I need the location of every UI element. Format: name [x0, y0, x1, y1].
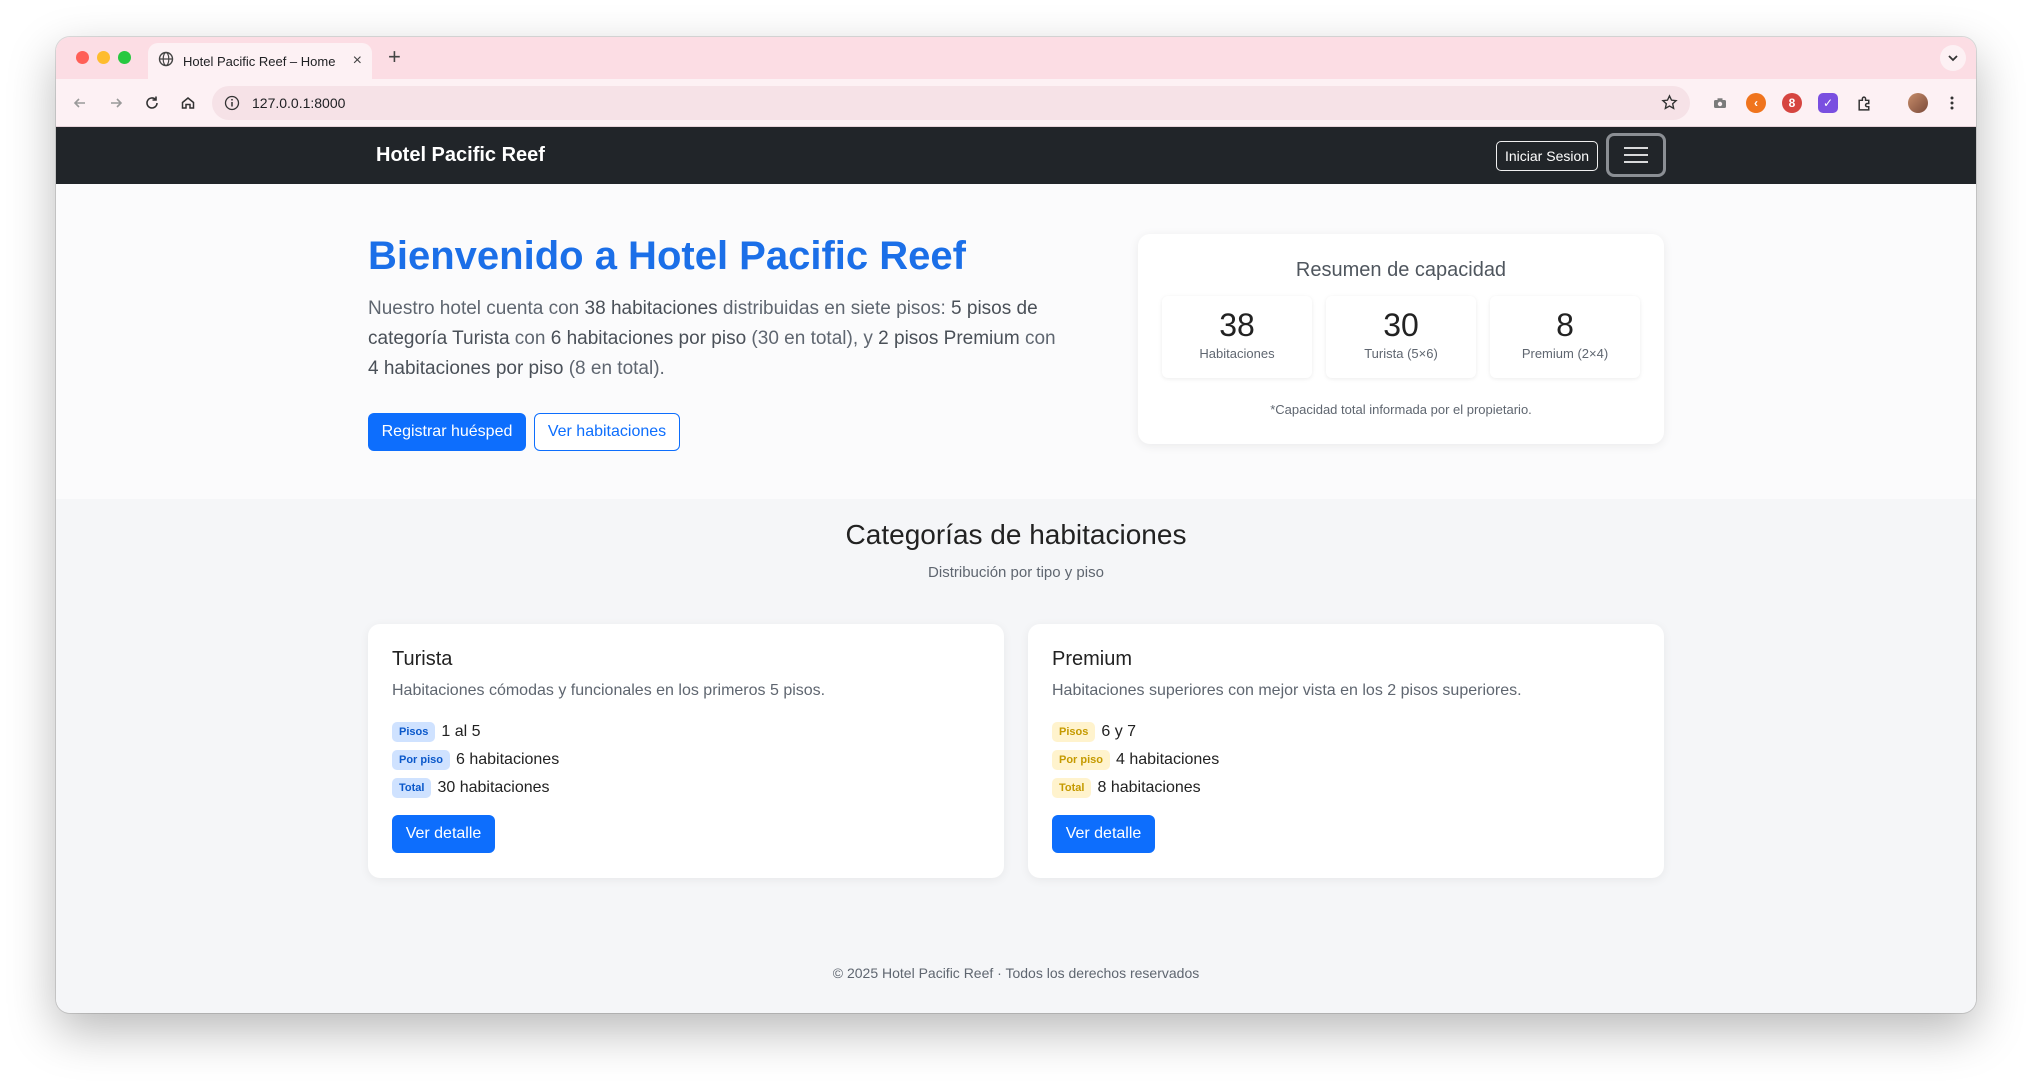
categories-title: Categorías de habitaciones — [845, 519, 1187, 550]
card-description: Habitaciones superiores con mejor vista … — [1052, 682, 1522, 699]
chevron-down-icon — [1948, 55, 1958, 62]
per-floor-badge: Por piso — [1052, 750, 1111, 770]
view-rooms-button[interactable]: Ver habitaciones — [534, 413, 680, 451]
hero-section: Bienvenido a Hotel Pacific Reef Nuestro … — [56, 184, 1976, 499]
lead-text: Nuestro hotel cuenta con — [368, 298, 585, 319]
capacity-title: Resumen de capacidad — [1295, 259, 1507, 281]
floors-value: 6 y 7 — [1101, 723, 1137, 740]
floors-badge: Pisos — [392, 722, 436, 742]
register-guest-button[interactable]: Registrar huésped — [368, 413, 526, 451]
stat-value: 38 — [1219, 307, 1255, 343]
stat-premium-rooms: 8 Premium (2×4) — [1490, 296, 1640, 378]
capacity-note: *Capacidad total informada por el propie… — [1270, 402, 1532, 417]
capacity-summary-card: Resumen de capacidad 38 Habitaciones 30 … — [1138, 234, 1664, 444]
lead-text: con — [1019, 328, 1056, 349]
browser-window: Hotel Pacific Reef – Home × + 127.0.0.1:… — [56, 37, 1976, 1013]
per-floor-badge: Por piso — [392, 750, 451, 770]
info-row-per-floor: Por piso 4 habitaciones — [1052, 750, 1219, 770]
total-badge: Total — [392, 778, 432, 798]
home-button[interactable] — [176, 91, 200, 115]
minimize-window-button[interactable] — [97, 51, 110, 64]
bookmark-star-icon[interactable] — [1661, 94, 1678, 116]
window-controls — [76, 51, 131, 64]
browser-tab[interactable]: Hotel Pacific Reef – Home × — [148, 43, 372, 79]
extensions-puzzle-icon[interactable] — [1854, 93, 1874, 113]
stat-tourist-rooms: 30 Turista (5×6) — [1326, 296, 1476, 378]
stat-value: 30 — [1383, 307, 1419, 343]
stat-label: Premium (2×4) — [1521, 346, 1609, 361]
per-floor-value: 6 habitaciones — [456, 751, 560, 768]
reload-button[interactable] — [140, 91, 164, 115]
lead-emphasis: 38 habitaciones — [584, 298, 718, 319]
hero-lead: Nuestro hotel cuenta con 38 habitaciones… — [368, 294, 1068, 384]
reload-icon — [146, 96, 158, 109]
category-card-turista: Turista Habitaciones cómodas y funcional… — [368, 624, 1004, 878]
categories-subtitle: Distribución por tipo y piso — [928, 564, 1104, 581]
arrow-right-icon — [111, 98, 123, 108]
info-row-floors: Pisos 1 al 5 — [392, 722, 481, 742]
lead-text: con — [509, 328, 551, 349]
purple-extension-icon[interactable]: ✓ — [1818, 93, 1838, 113]
floors-value: 1 al 5 — [441, 723, 481, 740]
login-button[interactable]: Iniciar Sesion — [1496, 141, 1599, 171]
more-menu-icon[interactable] — [1942, 93, 1962, 113]
back-button[interactable] — [68, 91, 92, 115]
tab-search-button[interactable] — [1940, 45, 1966, 71]
red-extension-icon[interactable]: 8 — [1782, 93, 1802, 113]
total-value: 8 habitaciones — [1097, 779, 1201, 796]
hero-title: Bienvenido a Hotel Pacific Reef — [368, 234, 966, 278]
tab-strip: Hotel Pacific Reef – Home × + — [56, 37, 1976, 79]
site-info-icon[interactable] — [224, 95, 240, 116]
info-row-per-floor: Por piso 6 habitaciones — [392, 750, 559, 770]
address-bar[interactable]: 127.0.0.1:8000 — [212, 86, 1690, 120]
page-content: Hotel Pacific Reef Iniciar Sesion Bienve… — [56, 127, 1976, 1013]
footer-copyright: © 2025 Hotel Pacific Reef · Todos los de… — [832, 965, 1200, 981]
profile-avatar[interactable] — [1908, 93, 1928, 113]
camera-extension-icon[interactable] — [1710, 93, 1730, 113]
close-window-button[interactable] — [76, 51, 89, 64]
hamburger-menu-icon — [1624, 147, 1648, 163]
home-icon — [181, 97, 195, 109]
stat-total-rooms: 38 Habitaciones — [1162, 296, 1312, 378]
view-detail-button[interactable]: Ver detalle — [392, 815, 495, 853]
new-tab-button[interactable]: + — [388, 45, 401, 69]
card-description: Habitaciones cómodas y funcionales en lo… — [392, 682, 826, 699]
lead-text: distribuidas en siete pisos: — [717, 298, 952, 319]
info-row-total: Total 30 habitaciones — [392, 778, 550, 798]
lead-emphasis: 4 habitaciones por piso — [368, 358, 564, 379]
total-badge: Total — [1052, 778, 1092, 798]
info-row-floors: Pisos 6 y 7 — [1052, 722, 1136, 742]
lead-emphasis: 6 habitaciones por piso — [550, 328, 747, 349]
orange-extension-icon[interactable]: ‹ — [1746, 93, 1766, 113]
lead-text: (30 en total), y — [746, 328, 879, 349]
card-title: Premium — [1052, 648, 1133, 670]
lead-emphasis: 2 pisos Premium — [878, 328, 1020, 349]
tab-title: Hotel Pacific Reef – Home — [183, 53, 336, 69]
globe-icon — [158, 51, 174, 72]
navbar-toggler-button[interactable] — [1606, 133, 1666, 177]
browser-toolbar: 127.0.0.1:8000 ‹ 8 ✓ — [56, 79, 1976, 127]
arrow-left-icon — [73, 98, 85, 108]
stat-label: Habitaciones — [1199, 346, 1275, 361]
total-value: 30 habitaciones — [437, 779, 550, 796]
url-text: 127.0.0.1:8000 — [252, 95, 346, 111]
navbar-brand[interactable]: Hotel Pacific Reef — [376, 144, 545, 167]
category-card-premium: Premium Habitaciones superiores con mejo… — [1028, 624, 1664, 878]
stat-label: Turista (5×6) — [1364, 346, 1438, 361]
stat-value: 8 — [1556, 307, 1574, 343]
info-row-total: Total 8 habitaciones — [1052, 778, 1201, 798]
zoom-window-button[interactable] — [118, 51, 131, 64]
forward-button[interactable] — [104, 91, 128, 115]
close-tab-icon[interactable]: × — [353, 52, 362, 70]
lead-text: (8 en total). — [563, 358, 665, 379]
view-detail-button[interactable]: Ver detalle — [1052, 815, 1155, 853]
per-floor-value: 4 habitaciones — [1116, 751, 1220, 768]
navbar: Hotel Pacific Reef Iniciar Sesion — [56, 127, 1976, 184]
card-title: Turista — [392, 648, 453, 670]
floors-badge: Pisos — [1052, 722, 1096, 742]
